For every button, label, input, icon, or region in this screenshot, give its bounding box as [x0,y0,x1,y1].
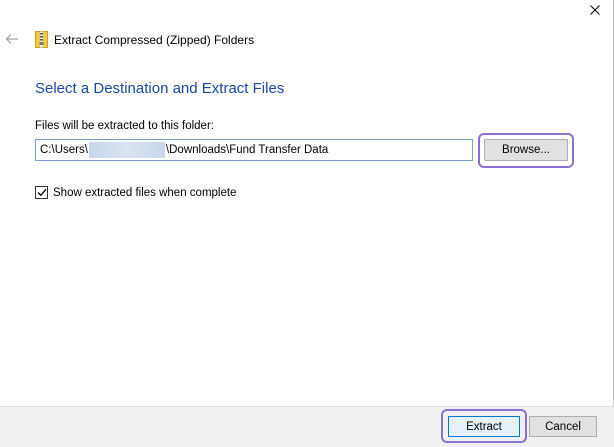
path-suffix: \Downloads\Fund Transfer Data [165,144,329,156]
dialog-title: Extract Compressed (Zipped) Folders [54,33,255,47]
close-button[interactable] [584,0,606,20]
zip-folder-icon [35,31,48,48]
show-files-checkbox[interactable] [35,186,48,199]
redacted-username [88,142,165,158]
path-prefix: C:\Users\ [40,144,88,156]
browse-button[interactable]: Browse... [484,139,568,161]
extract-button[interactable]: Extract [448,416,520,437]
cancel-button[interactable]: Cancel [529,416,597,437]
destination-path-input[interactable]: C:\Users\ \Downloads\Fund Transfer Data [35,139,473,161]
close-icon [590,5,600,15]
back-arrow-icon [5,34,18,44]
back-button[interactable] [4,31,20,47]
destination-label: Files will be extracted to this folder: [35,120,214,132]
show-files-label: Show extracted files when complete [53,186,237,199]
page-heading: Select a Destination and Extract Files [35,80,285,97]
extract-dialog: Extract Compressed (Zipped) Folders Sele… [0,0,614,447]
show-files-option[interactable]: Show extracted files when complete [35,186,236,199]
checkmark-icon [37,188,46,197]
dialog-footer [0,406,614,447]
